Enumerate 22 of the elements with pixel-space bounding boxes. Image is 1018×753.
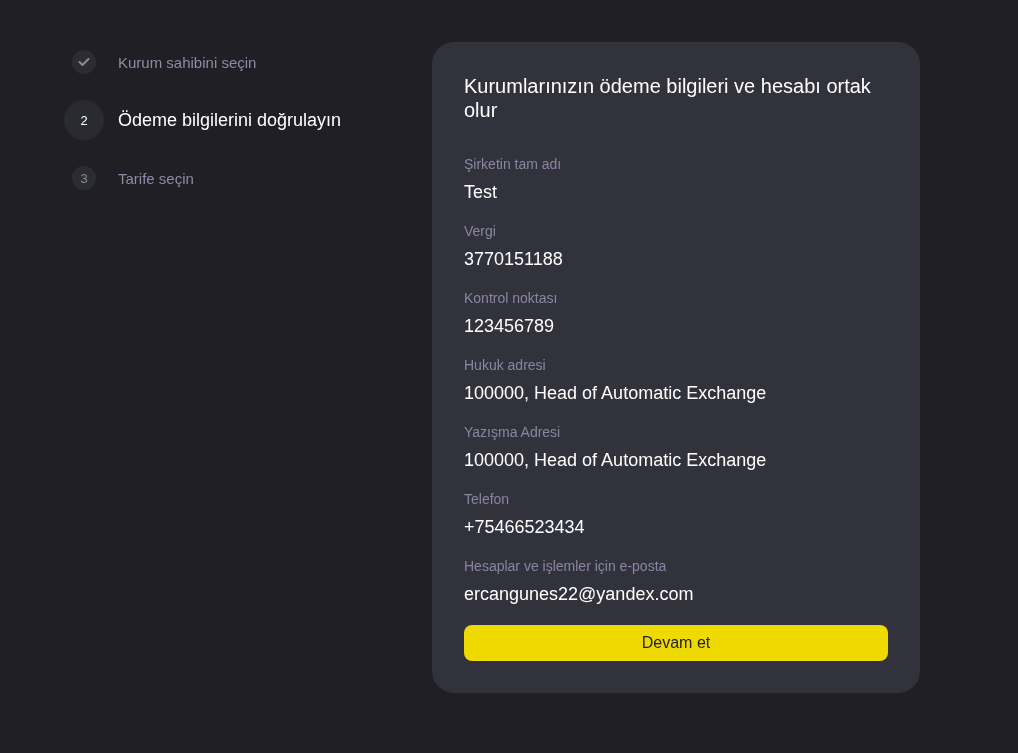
field-value: ercangunes22@yandex.com <box>464 583 695 605</box>
field-label: Hukuk adresi <box>464 356 547 374</box>
field-value: 100000, Head of Automatic Exchange <box>464 382 768 404</box>
field-label: Vergi <box>464 222 497 240</box>
field-value: 123456789 <box>464 315 556 337</box>
field-label: Yazışma Adresi <box>464 423 562 441</box>
step-number: 3 <box>80 170 88 186</box>
field-label: Şirketin tam adı <box>464 155 563 173</box>
field-value: +75466523434 <box>464 516 586 538</box>
field-label: Telefon <box>464 490 511 508</box>
step-label[interactable]: Tarife seçin <box>118 169 194 187</box>
card-title: Kurumlarınızın ödeme bilgileri ve hesabı ortak olur <box>464 74 872 122</box>
field-value: Test <box>464 181 498 203</box>
continue-button[interactable]: Devam et <box>464 625 888 661</box>
step-label[interactable]: Ödeme bilgilerini doğrulayın <box>118 109 342 131</box>
field-value: 3770151188 <box>464 248 564 270</box>
field-value: 100000, Head of Automatic Exchange <box>464 449 768 471</box>
step-label[interactable]: Kurum sahibini seçin <box>118 53 257 71</box>
check-icon <box>78 57 90 67</box>
field-label: Hesaplar ve işlemler için e-posta <box>464 557 668 575</box>
step-number: 2 <box>80 112 88 128</box>
field-label: Kontrol noktası <box>464 289 559 307</box>
